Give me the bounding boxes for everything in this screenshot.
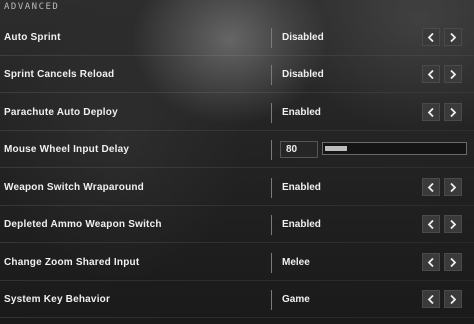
setting-value: Enabled [282, 182, 321, 193]
delay-slider[interactable] [322, 142, 467, 155]
prev-option-button[interactable] [422, 178, 440, 196]
setting-label: Weapon Switch Wraparound [4, 182, 144, 193]
setting-value: Game [282, 294, 310, 305]
setting-label: Depleted Ammo Weapon Switch [4, 219, 162, 230]
setting-label: System Key Behavior [4, 294, 111, 305]
prev-option-button[interactable] [422, 253, 440, 271]
setting-value: Enabled [282, 219, 321, 230]
next-option-button[interactable] [444, 215, 462, 233]
prev-option-button[interactable] [422, 65, 440, 83]
prev-option-button[interactable] [422, 215, 440, 233]
value-input[interactable]: 80 [280, 141, 318, 158]
divider [271, 290, 272, 310]
section-header: ADVANCED [4, 2, 60, 12]
chevron-right-icon [450, 182, 457, 192]
next-option-button[interactable] [444, 290, 462, 308]
setting-label: Sprint Cancels Reload [4, 69, 115, 80]
divider [271, 140, 272, 160]
setting-row-depleted-ammo-weapon-switch: Depleted Ammo Weapon Switch Enabled [0, 206, 474, 243]
chevron-right-icon [450, 69, 457, 79]
next-option-button[interactable] [444, 28, 462, 46]
setting-label: Change Zoom Shared Input [4, 257, 140, 268]
setting-value: Disabled [282, 32, 324, 43]
setting-label: Auto Sprint [4, 32, 61, 43]
chevron-left-icon [427, 182, 434, 192]
next-option-button[interactable] [444, 253, 462, 271]
chevron-right-icon [450, 294, 457, 304]
divider [271, 103, 272, 123]
setting-label: Mouse Wheel Input Delay [4, 144, 130, 155]
chevron-left-icon [427, 69, 434, 79]
setting-row-parachute-auto-deploy: Parachute Auto Deploy Enabled [0, 94, 474, 131]
setting-row-weapon-switch-wraparound: Weapon Switch Wraparound Enabled [0, 169, 474, 206]
chevron-right-icon [450, 257, 457, 267]
chevron-left-icon [427, 219, 434, 229]
chevron-left-icon [427, 32, 434, 42]
chevron-left-icon [427, 107, 434, 117]
setting-value: Disabled [282, 69, 324, 80]
chevron-left-icon [427, 257, 434, 267]
chevron-right-icon [450, 107, 457, 117]
setting-row-mouse-wheel-input-delay: Mouse Wheel Input Delay 80 [0, 131, 474, 168]
next-option-button[interactable] [444, 178, 462, 196]
prev-option-button[interactable] [422, 103, 440, 121]
setting-row-auto-sprint: Auto Sprint Disabled [0, 19, 474, 56]
chevron-left-icon [427, 294, 434, 304]
setting-row-sprint-cancels-reload: Sprint Cancels Reload Disabled [0, 56, 474, 93]
chevron-right-icon [450, 32, 457, 42]
slider-fill [325, 146, 347, 151]
setting-value: Melee [282, 257, 310, 268]
setting-label: Parachute Auto Deploy [4, 107, 118, 118]
prev-option-button[interactable] [422, 28, 440, 46]
divider [271, 253, 272, 273]
next-option-button[interactable] [444, 65, 462, 83]
divider [271, 215, 272, 235]
setting-value: Enabled [282, 107, 321, 118]
next-option-button[interactable] [444, 103, 462, 121]
divider [271, 28, 272, 48]
chevron-right-icon [450, 219, 457, 229]
setting-row-system-key-behavior: System Key Behavior Game [0, 281, 474, 318]
divider [271, 65, 272, 85]
divider [271, 178, 272, 198]
setting-row-change-zoom-shared-input: Change Zoom Shared Input Melee [0, 244, 474, 281]
prev-option-button[interactable] [422, 290, 440, 308]
